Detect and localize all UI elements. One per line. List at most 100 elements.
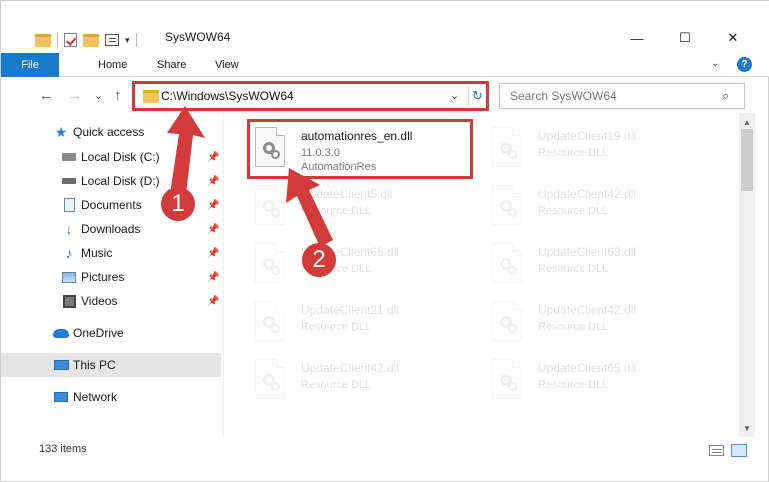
title-bar: ▾ SysWOW64 — ☐ ✕	[1, 1, 769, 53]
maximize-button[interactable]: ☐	[665, 27, 705, 49]
item-count: 133 items	[39, 443, 87, 455]
file-type: Resource DLL	[301, 205, 372, 217]
search-input[interactable]: Search SysWOW64	[510, 89, 617, 103]
pin-icon[interactable]: 📌	[207, 272, 219, 283]
dll-file-icon	[488, 241, 528, 289]
expand-ribbon-chevron-icon[interactable]: ⌄	[711, 58, 719, 69]
file-name: UpdateClient21.dll	[301, 303, 400, 317]
forward-button[interactable]: →	[67, 87, 82, 104]
dll-file-icon	[488, 125, 528, 173]
file-item[interactable]: UpdateClient5.dll Resource DLL	[251, 179, 481, 235]
recent-locations-button[interactable]: ⌄	[94, 89, 103, 102]
callout-badge-1: 1	[161, 187, 195, 221]
back-button[interactable]: ←	[39, 87, 54, 104]
file-type: Resource DLL	[538, 205, 609, 217]
tab-file[interactable]: File	[1, 53, 59, 77]
quick-access-toolbar: ▾	[35, 30, 137, 50]
file-name: UpdateClient5.dll	[301, 187, 393, 201]
up-button[interactable]: ↑	[114, 87, 122, 104]
drive-icon	[61, 174, 77, 188]
pictures-icon	[61, 270, 77, 284]
tab-view[interactable]: View	[215, 53, 239, 77]
scroll-thumb[interactable]	[741, 129, 753, 191]
file-name: UpdateClient19.dll	[538, 129, 637, 143]
sidebar-item-label: Documents	[81, 198, 142, 212]
details-view-icon[interactable]	[709, 445, 724, 456]
sidebar-item-onedrive[interactable]: OneDrive	[1, 321, 221, 345]
sidebar-item-videos[interactable]: Videos 📌	[1, 289, 221, 313]
sidebar-item-local-disk-c[interactable]: Local Disk (C:) 📌	[1, 145, 221, 169]
sidebar-item-network[interactable]: Network	[1, 385, 221, 409]
folder-icon	[35, 33, 51, 47]
dll-file-icon	[488, 357, 528, 405]
file-name: UpdateClient42.dll	[538, 303, 637, 317]
sidebar-item-pictures[interactable]: Pictures 📌	[1, 265, 221, 289]
file-item[interactable]: UpdateClient42.dll Resource DLL	[488, 179, 718, 235]
pin-icon[interactable]: 📌	[207, 224, 219, 235]
tab-share[interactable]: Share	[157, 53, 186, 77]
file-type: Resource DLL	[538, 379, 609, 391]
sidebar-item-label: Quick access	[73, 125, 145, 139]
file-item[interactable]: UpdateClient42.dll Resource DLL	[488, 295, 718, 351]
toolbar-divider	[135, 33, 137, 47]
file-name: UpdateClient63.dll	[538, 245, 637, 259]
ribbon-tabs: File Home Share View ⌄ ?	[1, 53, 769, 77]
videos-icon	[61, 294, 77, 308]
file-name: UpdateClient42.dll	[301, 361, 400, 375]
dll-file-icon	[488, 299, 528, 347]
cloud-icon	[53, 326, 69, 340]
download-icon: ↓	[65, 221, 73, 237]
sidebar-item-label: OneDrive	[73, 326, 124, 340]
sidebar-item-label: Music	[81, 246, 113, 260]
file-name: UpdateClient42.dll	[538, 187, 637, 201]
search-icon[interactable]: ⌕	[722, 88, 729, 104]
sidebar-item-label: Local Disk (C:)	[81, 150, 160, 164]
sidebar-item-quick-access[interactable]: ★ Quick access	[1, 120, 221, 144]
file-type: Resource DLL	[301, 321, 372, 333]
callout-badge-2: 2	[302, 243, 336, 277]
sidebar-item-downloads[interactable]: ↓ Downloads 📌	[1, 217, 221, 241]
file-type: Resource DLL	[301, 379, 372, 391]
sidebar-item-this-pc[interactable]: This PC	[1, 353, 221, 377]
pin-icon[interactable]: 📌	[207, 200, 219, 211]
file-type: Resource DLL	[538, 147, 609, 159]
new-folder-icon[interactable]	[83, 33, 99, 47]
sidebar-item-label: Videos	[81, 294, 118, 308]
scroll-up-icon[interactable]: ▲	[739, 115, 755, 129]
vertical-scrollbar[interactable]: ▲ ▼	[739, 113, 755, 437]
tab-home[interactable]: Home	[98, 53, 127, 77]
properties-icon[interactable]	[105, 34, 119, 46]
pc-icon	[53, 358, 69, 372]
explorer-window: ▾ SysWOW64 — ☐ ✕ File Home Share View ⌄ …	[0, 0, 769, 482]
help-icon[interactable]: ?	[737, 57, 752, 72]
file-item[interactable]: UpdateClient21.dll Resource DLL	[251, 295, 481, 351]
search-box[interactable]: Search SysWOW64 ⌕	[499, 83, 745, 109]
sidebar-item-music[interactable]: ♪ Music 📌	[1, 241, 221, 265]
file-name: UpdateClient65.dll	[538, 361, 637, 375]
file-item[interactable]: UpdateClient19.dll Resource DLL	[488, 121, 718, 177]
star-icon: ★	[54, 123, 68, 140]
pin-icon[interactable]: 📌	[207, 176, 219, 187]
pin-icon[interactable]: 📌	[207, 152, 219, 163]
minimize-button[interactable]: —	[617, 27, 657, 49]
properties-check-icon[interactable]	[64, 33, 77, 47]
dll-file-icon	[251, 241, 291, 289]
file-item[interactable]: UpdateClient65.dll Resource DLL	[488, 353, 718, 409]
file-item[interactable]: UpdateClient63.dll Resource DLL	[488, 237, 718, 293]
file-item[interactable]: UpdateClient42.dll Resource DLL	[251, 353, 481, 409]
music-icon: ♪	[65, 245, 73, 261]
pin-icon[interactable]: 📌	[207, 296, 219, 307]
documents-icon	[61, 198, 77, 212]
large-icons-view-icon[interactable]	[731, 444, 747, 457]
scroll-down-icon[interactable]: ▼	[739, 421, 755, 435]
file-item[interactable]: UpdateClient65.dll Resource DLL	[251, 237, 481, 293]
file-annotation-box	[247, 119, 473, 179]
pin-icon[interactable]: 📌	[207, 248, 219, 259]
dll-file-icon	[251, 299, 291, 347]
sidebar-item-label: Local Disk (D:)	[81, 174, 160, 188]
status-bar: 133 items	[1, 439, 769, 461]
close-button[interactable]: ✕	[713, 27, 753, 49]
address-annotation-box	[132, 81, 489, 111]
window-title: SysWOW64	[165, 30, 231, 44]
customize-toolbar-chevron-icon[interactable]: ▾	[125, 35, 130, 46]
